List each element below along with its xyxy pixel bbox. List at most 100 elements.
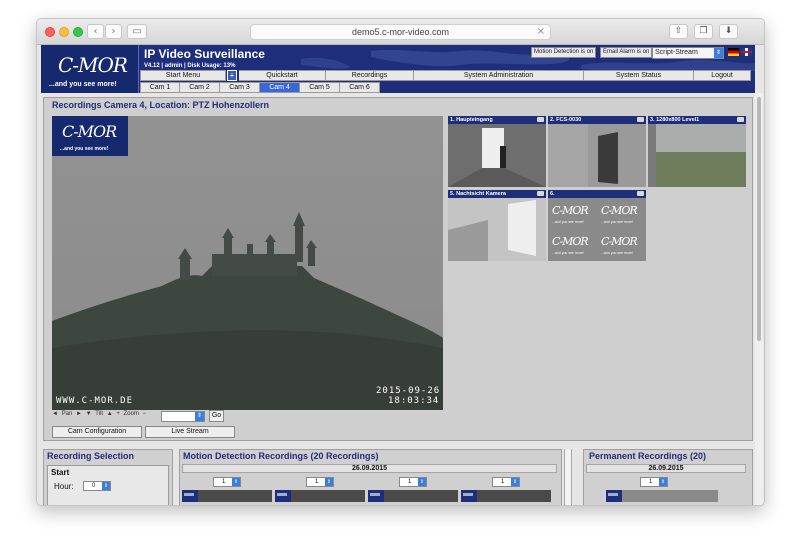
- thumbnail-label: 1. Haupteingang: [450, 117, 493, 123]
- field-scene: [648, 124, 746, 187]
- tab-cam-2[interactable]: Cam 2: [180, 82, 220, 93]
- night-room-scene: [448, 198, 546, 261]
- ptz-preset-select[interactable]: ⇕: [161, 411, 205, 422]
- hour-select[interactable]: 0 ⇕: [83, 481, 111, 491]
- ptz-zoom-label: Zoom: [123, 411, 139, 417]
- camera-icon: [637, 117, 644, 122]
- tab-cam-3[interactable]: Cam 3: [220, 82, 260, 93]
- go-button[interactable]: Go: [209, 410, 224, 422]
- select-arrows-icon: ⇕: [659, 478, 667, 486]
- pan-right-icon[interactable]: ►: [76, 411, 82, 417]
- close-window-icon[interactable]: [45, 27, 55, 37]
- ptz-tilt-label: Tilt: [95, 411, 104, 417]
- recording-counter-select[interactable]: 1 ⇕: [213, 477, 241, 487]
- ptz-pan-label: Pan: [61, 411, 73, 417]
- camera-thumbnail[interactable]: 1. Haupteingang: [448, 116, 546, 187]
- zoom-in-icon[interactable]: +: [116, 411, 120, 417]
- cmor-placeholder: C-MOR ...and you see more!: [552, 204, 589, 224]
- permanent-counter-select[interactable]: 1 ⇕: [640, 477, 668, 487]
- scrollbar-thumb[interactable]: [757, 97, 761, 341]
- recording-counter-select[interactable]: 1 ⇕: [492, 477, 520, 487]
- camera-icon: [537, 117, 544, 122]
- recording-selection-panel: Recording Selection Start Hour: 0 ⇕: [43, 449, 173, 505]
- pan-left-icon[interactable]: ◄: [52, 411, 58, 417]
- sidebar-toggle-icon[interactable]: ▭: [127, 24, 147, 39]
- stream-mode-value: Script-Stream: [655, 49, 698, 56]
- select-arrows-icon: ⇕: [511, 478, 519, 486]
- address-bar[interactable]: demo5.c-mor-video.com ×: [250, 24, 551, 40]
- clear-url-icon[interactable]: ×: [537, 25, 545, 39]
- menu-system-administration[interactable]: System Administration: [414, 70, 584, 81]
- menu-start[interactable]: Start Menu: [140, 70, 226, 81]
- motion-recordings-date: 26.09.2015: [182, 464, 557, 473]
- recording-logo: [368, 490, 384, 502]
- maximize-window-icon[interactable]: [73, 27, 83, 37]
- minimize-window-icon[interactable]: [59, 27, 69, 37]
- tab-cam-5[interactable]: Cam 5: [300, 82, 340, 93]
- camera-thumbnail[interactable]: 6. C-MOR ...and you see more! C-MOR ...and…: [548, 190, 646, 261]
- tilt-down-icon[interactable]: ▼: [86, 411, 92, 417]
- expand-menu-icon[interactable]: +: [227, 70, 237, 81]
- select-arrows-icon: ⇕: [325, 478, 333, 486]
- download-icon[interactable]: ⬇: [719, 24, 738, 39]
- camera-icon: [537, 191, 544, 196]
- german-flag-icon[interactable]: [728, 48, 739, 56]
- permanent-recordings-title: Permanent Recordings (20): [589, 451, 707, 461]
- chevron-left-icon[interactable]: ‹: [87, 24, 104, 39]
- tab-cam-6[interactable]: Cam 6: [340, 82, 380, 93]
- email-alarm-status[interactable]: Email Alarm is on: [600, 47, 653, 58]
- osd-site: WWW.C-MOR.DE: [56, 396, 134, 406]
- thumbnail-label: 6.: [550, 191, 555, 197]
- stream-mode-select[interactable]: Script-Stream ⇕: [652, 47, 724, 59]
- camera-thumbnail[interactable]: 5. Nachtsicht Kamera: [448, 190, 546, 261]
- menu-system-status[interactable]: System Status: [584, 70, 694, 81]
- version-info: V4.12 | admin | Disk Usage: 13%: [144, 63, 236, 69]
- tab-cam-1[interactable]: Cam 1: [140, 82, 180, 93]
- osd-time: 18:03:34: [388, 396, 440, 406]
- camera-icon: [737, 117, 744, 122]
- live-stream-button[interactable]: Live Stream: [145, 426, 235, 438]
- motion-detection-status[interactable]: Motion Detection is on: [531, 47, 597, 58]
- menu-recordings[interactable]: Recordings: [326, 70, 414, 81]
- recordings-scroll-track[interactable]: [564, 449, 572, 505]
- thumbnail-label: 5. Nachtsicht Kamera: [450, 191, 506, 197]
- permanent-recordings-panel: Permanent Recordings (20) 26.09.2015 1 ⇕: [583, 449, 753, 505]
- tilt-up-icon[interactable]: ▲: [107, 411, 113, 417]
- camera-thumbnail[interactable]: 3. 1280x800 Level1: [648, 116, 746, 187]
- recording-thumbnail[interactable]: [606, 490, 718, 502]
- menu-quickstart[interactable]: Quickstart: [239, 70, 326, 81]
- zoom-out-icon[interactable]: −: [143, 411, 147, 417]
- door-scene: [548, 124, 646, 187]
- app-title: IP Video Surveillance: [144, 47, 265, 61]
- page-scrollbar[interactable]: [755, 93, 763, 505]
- logo-tagline: ...and you see more!: [49, 81, 117, 88]
- recording-thumbnail[interactable]: [275, 490, 365, 502]
- chevron-right-icon[interactable]: ›: [105, 24, 122, 39]
- share-icon[interactable]: ⇧: [669, 24, 688, 39]
- camera-icon: [637, 191, 644, 196]
- thumbnail-header: [548, 190, 646, 198]
- tab-cam-4[interactable]: Cam 4: [260, 82, 300, 93]
- permanent-recordings-date: 26.09.2015: [586, 464, 746, 473]
- camera-tabs: Cam 1 Cam 2 Cam 3 Cam 4 Cam 5 Cam 6: [140, 82, 380, 93]
- recording-thumbnail[interactable]: [368, 490, 458, 502]
- select-arrows-icon: ⇕: [418, 478, 426, 486]
- camera-thumbnail[interactable]: 2. FCS-0030: [548, 116, 646, 187]
- live-video-view[interactable]: C-MOR ...and you see more! WWW.C-MOR.DE …: [52, 116, 443, 410]
- recording-counter-select[interactable]: 1 ⇕: [399, 477, 427, 487]
- cam-configuration-button[interactable]: Cam Configuration: [52, 426, 142, 438]
- recording-counter-select[interactable]: 1 ⇕: [306, 477, 334, 487]
- menu-logout[interactable]: Logout: [694, 70, 751, 81]
- thumbnail-label: 3. 1280x800 Level1: [650, 117, 700, 123]
- select-arrows-icon: ⇕: [195, 412, 204, 421]
- thumbnail-label: 2. FCS-0030: [550, 117, 582, 123]
- cmor-logo[interactable]: C-MOR ...and you see more!: [41, 45, 139, 93]
- recording-thumbnail[interactable]: [182, 490, 272, 502]
- cmor-placeholder: C-MOR ...and you see more!: [552, 235, 589, 255]
- recording-logo: [182, 490, 198, 502]
- tabs-overview-icon[interactable]: ❐: [694, 24, 713, 39]
- recording-thumbnail[interactable]: [461, 490, 551, 502]
- uk-flag-icon[interactable]: [741, 48, 752, 56]
- motion-recordings-panel: Motion Detection Recordings (20 Recordin…: [179, 449, 562, 505]
- recording-selection-title: Recording Selection: [47, 451, 135, 461]
